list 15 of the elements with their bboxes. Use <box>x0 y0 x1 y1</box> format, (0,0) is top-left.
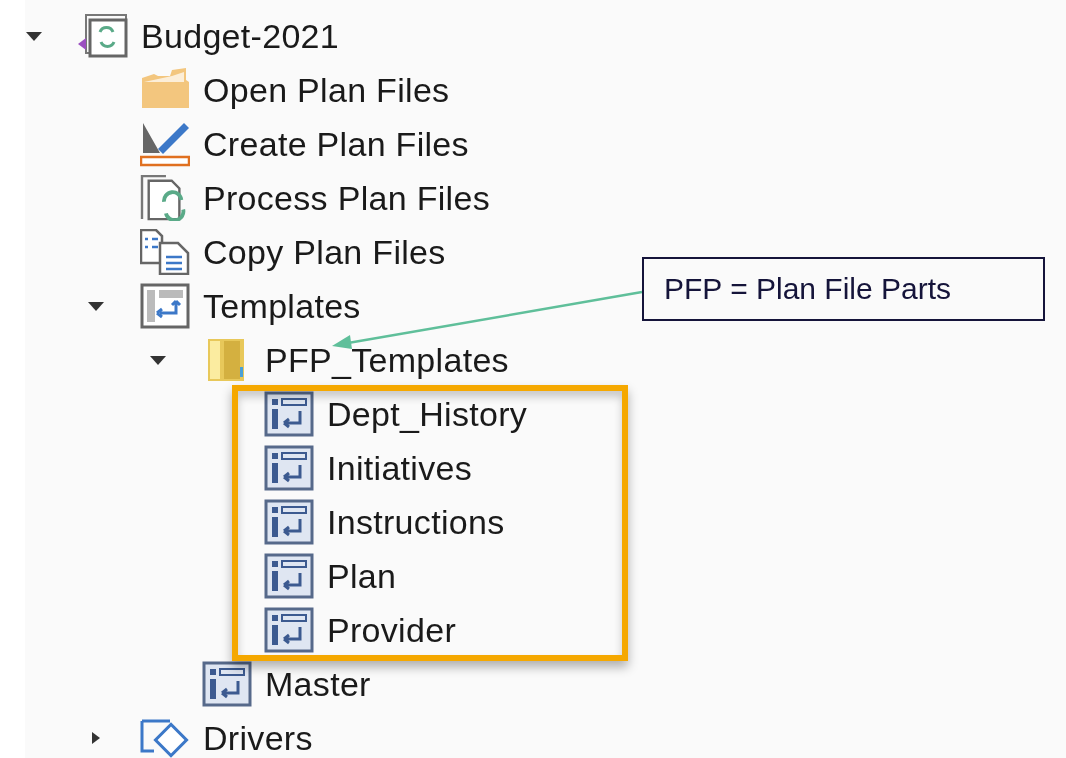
tree-item[interactable]: Plan <box>327 556 397 596</box>
tree-item[interactable]: Drivers <box>203 718 313 758</box>
tree-item[interactable]: Budget-2021 <box>141 16 340 56</box>
callout-text: PFP = Plan File Parts <box>642 257 1045 321</box>
tree-item[interactable]: Instructions <box>327 502 505 542</box>
tree-item[interactable]: Provider <box>327 610 456 650</box>
tree-item[interactable]: PFP_Templates <box>265 340 509 380</box>
tree-item[interactable]: Templates <box>203 286 361 326</box>
tree-item[interactable]: Dept_History <box>327 394 528 434</box>
tree-item[interactable]: Process Plan Files <box>203 178 490 218</box>
tree-item[interactable]: Open Plan Files <box>203 70 450 110</box>
tree-item[interactable]: Initiatives <box>327 448 473 488</box>
tree-item[interactable]: Copy Plan Files <box>203 232 446 272</box>
tree-item[interactable]: Master <box>265 664 371 704</box>
tree-item[interactable]: Create Plan Files <box>203 124 469 164</box>
